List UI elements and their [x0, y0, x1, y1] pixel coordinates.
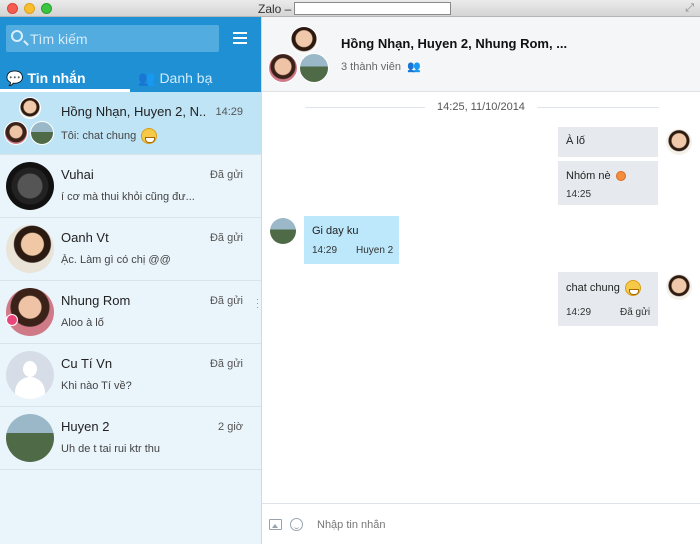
- window-title: Zalo –: [258, 2, 292, 16]
- chat-panel: Hồng Nhạn, Huyen 2, Nhung Rom, ... 3 thà…: [262, 17, 700, 544]
- tab-contacts-label: Danh bạ: [159, 70, 213, 86]
- message-bubble-outgoing: chat chung 14:29 Đã gửi: [558, 272, 658, 326]
- zoom-window-button[interactable]: [41, 3, 52, 14]
- avatar: [19, 97, 41, 119]
- group-avatar[interactable]: [268, 23, 332, 87]
- message-time: 14:29: [566, 307, 592, 318]
- sidebar: 💬 Tin nhắn 👥 Danh bạ Hồng Nhạn, Huyen 2,…: [0, 17, 262, 544]
- sidebar-header: 💬 Tin nhắn 👥 Danh bạ: [0, 17, 261, 92]
- chat-title: Hồng Nhạn, Huyen 2, Nhung Rom, ...: [341, 36, 568, 51]
- contacts-icon: 👥: [138, 69, 156, 86]
- avatar: [299, 53, 329, 83]
- message-input[interactable]: [317, 516, 687, 534]
- grin-emoji-icon: [624, 280, 641, 296]
- member-count[interactable]: 3 thành viên 👥: [341, 60, 421, 73]
- panel-resize-handle[interactable]: · · ·: [256, 295, 259, 312]
- message-composer: [262, 503, 700, 544]
- message-text: chat chung: [566, 280, 641, 296]
- fullscreen-icon[interactable]: ⤢: [685, 2, 694, 15]
- tab-contacts[interactable]: 👥 Danh bạ: [130, 64, 261, 92]
- conversation-item-group[interactable]: Hồng Nhạn, Huyen 2, N... 14:29 Tôi: chat…: [0, 92, 261, 155]
- zalo-window: Zalo – ⤢ 💬 Tin nhắn 👥 Danh bạ: [0, 0, 700, 544]
- date-divider: 14:25, 11/10/2014: [262, 101, 700, 113]
- avatar: [4, 121, 28, 145]
- conversation-time: 2 giờ: [218, 421, 243, 433]
- avatar: [6, 162, 54, 210]
- minimize-window-button[interactable]: [24, 3, 35, 14]
- conversation-name: Huyen 2: [61, 419, 110, 434]
- message-text-content: chat chung: [566, 281, 620, 294]
- tongue-emoji-icon: [615, 171, 626, 182]
- avatar[interactable]: [666, 274, 692, 300]
- tab-messages[interactable]: 💬 Tin nhắn: [0, 64, 130, 92]
- conversation-preview: Ặc. Làm gì có chị @@: [61, 254, 171, 266]
- conversation-name: Cu Tí Vn: [61, 356, 113, 371]
- title-field: [294, 2, 451, 15]
- conversation-time: 14:29: [215, 106, 243, 118]
- message-text: À lố: [566, 135, 585, 147]
- conversation-preview: Khi nào Tí về?: [61, 380, 132, 392]
- avatar: [6, 225, 54, 273]
- search-icon: [11, 30, 23, 42]
- message-text-content: Nhóm nè: [566, 170, 611, 182]
- conversation-item-vuhai[interactable]: Vuhai Đã gửi í cơ mà thui khỏi cũng đư..…: [0, 155, 261, 218]
- conversation-preview: Aloo à lố: [61, 317, 104, 329]
- message-time: 14:25: [566, 189, 592, 200]
- image-icon[interactable]: [269, 519, 282, 530]
- default-avatar-icon: [6, 351, 54, 399]
- heart-icon: [6, 314, 18, 326]
- search-box[interactable]: [6, 25, 219, 52]
- grin-emoji-icon: [141, 128, 158, 144]
- conversation-name: Hồng Nhạn, Huyen 2, N...: [61, 104, 206, 119]
- conversation-item-nhung[interactable]: Nhung Rom Đã gửi Aloo à lố: [0, 281, 261, 344]
- chat-header: Hồng Nhạn, Huyen 2, Nhung Rom, ... 3 thà…: [262, 17, 700, 92]
- avatar[interactable]: [666, 129, 692, 155]
- conversation-status: Đã gửi: [209, 232, 243, 244]
- message-text: Gi day ku: [312, 225, 359, 237]
- conversation-name: Oanh Vt: [61, 230, 109, 245]
- message-area: 14:25, 11/10/2014 À lố Nhóm nè 14:25 Gi …: [262, 92, 700, 503]
- conversation-preview: Uh de t tai rui ktr thu: [61, 443, 161, 455]
- message-status: Đã gửi: [620, 307, 651, 318]
- message-text: Nhóm nè: [566, 170, 626, 182]
- date-divider-text: 14:25, 11/10/2014: [425, 101, 537, 113]
- group-avatar: [4, 97, 56, 149]
- conversation-status: Đã gửi: [209, 358, 243, 370]
- conversation-preview: Tôi: chat chung: [61, 128, 236, 144]
- members-icon: 👥: [406, 61, 421, 73]
- chat-bubble-icon: 💬: [6, 69, 24, 86]
- conversation-status: Đã gửi: [209, 295, 243, 307]
- conversation-name: Vuhai: [61, 167, 94, 182]
- avatar[interactable]: [270, 218, 296, 244]
- avatar: [290, 26, 318, 54]
- member-count-text: 3 thành viên: [341, 61, 401, 73]
- search-input[interactable]: [30, 29, 215, 48]
- message-sender: Huyen 2: [356, 245, 394, 256]
- conversation-name: Nhung Rom: [61, 293, 131, 308]
- avatar: [6, 288, 54, 336]
- conversation-status: Đã gửi: [209, 169, 243, 181]
- message-bubble-outgoing: À lố: [558, 127, 658, 157]
- emoji-icon[interactable]: [290, 518, 303, 531]
- conversation-list: Hồng Nhạn, Huyen 2, N... 14:29 Tôi: chat…: [0, 92, 261, 470]
- message-bubble-incoming: Gi day ku 14:29 Huyen 2: [304, 216, 399, 264]
- preview-text: Tôi: chat chung: [61, 129, 137, 142]
- tab-messages-label: Tin nhắn: [27, 70, 86, 86]
- avatar: [6, 414, 54, 462]
- title-bar: Zalo – ⤢: [0, 0, 700, 17]
- conversation-preview: í cơ mà thui khỏi cũng đư...: [61, 191, 195, 203]
- message-time: 14:29: [312, 245, 338, 256]
- close-window-button[interactable]: [7, 3, 18, 14]
- avatar: [30, 121, 54, 145]
- conversation-item-oanh[interactable]: Oanh Vt Đã gửi Ặc. Làm gì có chị @@: [0, 218, 261, 281]
- conversation-item-huyen2[interactable]: Huyen 2 2 giờ Uh de t tai rui ktr thu: [0, 407, 261, 470]
- message-bubble-outgoing: Nhóm nè 14:25: [558, 161, 658, 205]
- conversation-item-cuti[interactable]: Cu Tí Vn Đã gửi Khi nào Tí về?: [0, 344, 261, 407]
- hamburger-menu-icon[interactable]: [233, 32, 247, 44]
- avatar: [268, 53, 298, 83]
